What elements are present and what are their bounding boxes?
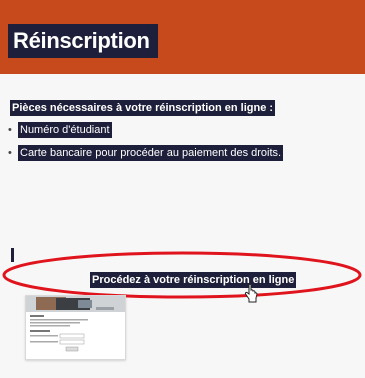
list-item: • Carte bancaire pour procéder au paiemen…	[8, 143, 284, 161]
screenshot-thumbnail[interactable]	[25, 295, 126, 360]
bullet-icon: •	[8, 124, 12, 136]
bullet-icon: •	[8, 147, 12, 159]
list-item-label: Numéro d'étudiant	[18, 122, 112, 138]
list-item: • Numéro d'étudiant	[8, 120, 112, 138]
online-reinscription-link[interactable]: Procédez à votre réinscription en ligne	[90, 272, 297, 288]
list-item-label: Carte bancaire pour procéder au paiement…	[18, 145, 284, 161]
page-title: Réinscription	[8, 24, 158, 58]
section-marker	[11, 248, 14, 262]
page-banner: Réinscription	[0, 0, 365, 74]
thumbnail-graphic	[26, 296, 125, 359]
required-documents-heading: Pièces nécessaires à votre réinscription…	[10, 100, 276, 116]
